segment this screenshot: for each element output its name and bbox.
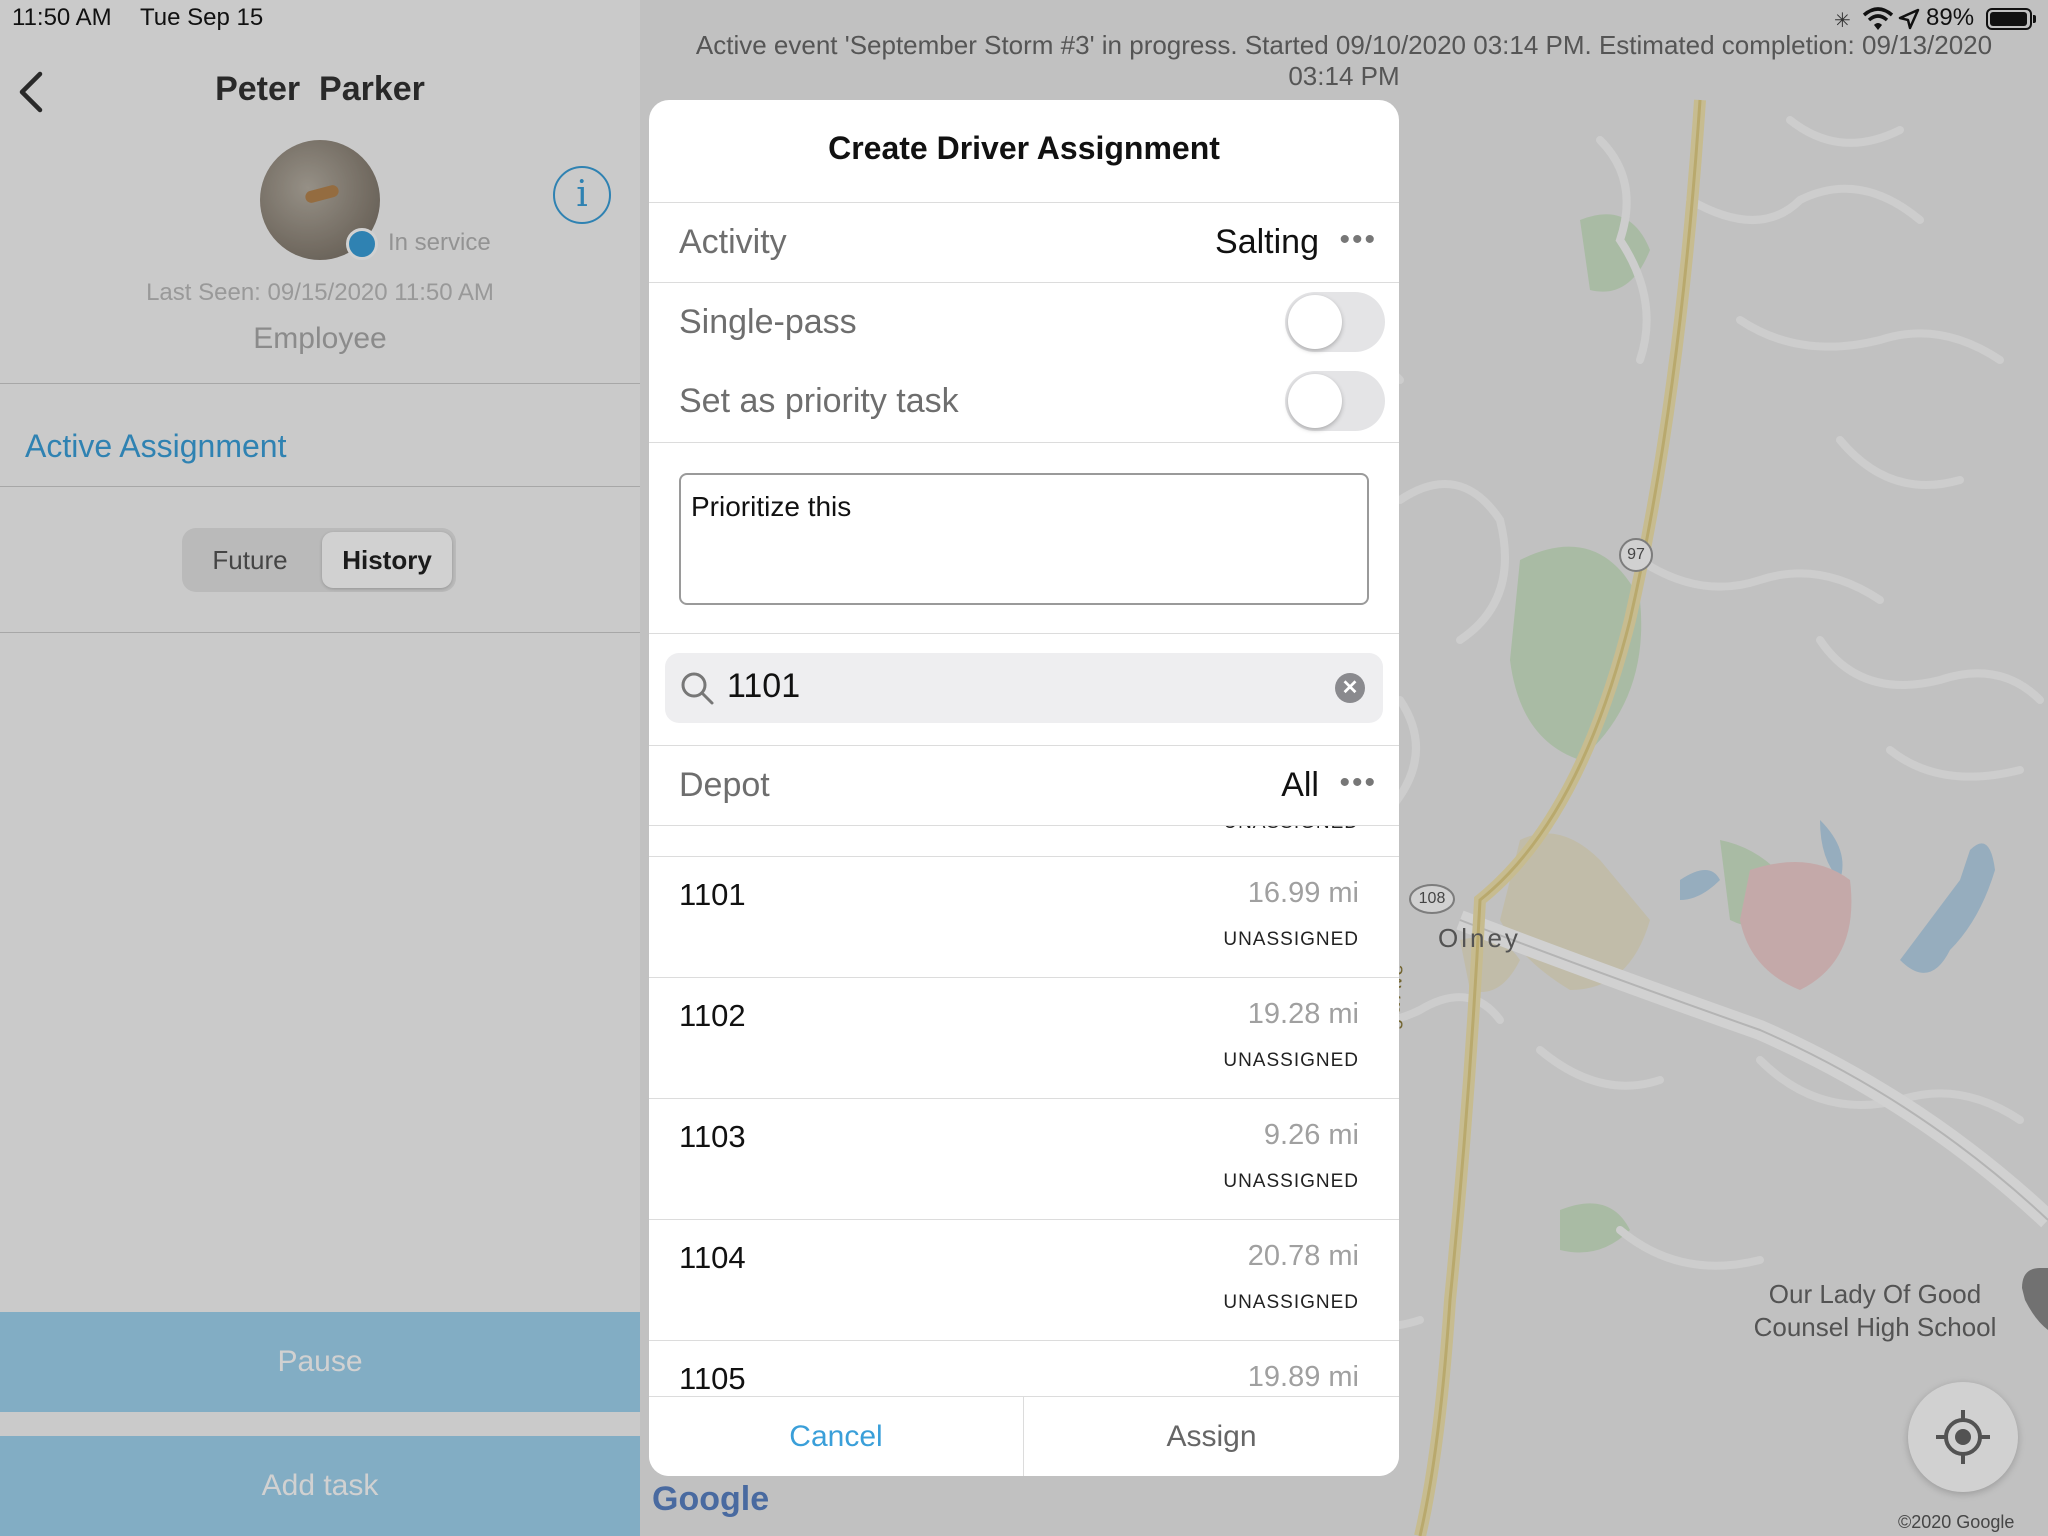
last-seen: Last Seen: 09/15/2020 11:50 AM (146, 279, 494, 306)
depot-label: Depot (679, 766, 770, 804)
status-time: 11:50 AM (12, 4, 112, 31)
driver-name: Peter Parker (215, 70, 425, 108)
vehicle-list: UNASSIGNED 1101 16.99 mi UNASSIGNED 1102… (649, 825, 1399, 1398)
tab-future[interactable]: Future (182, 528, 318, 592)
vehicle-status: UNASSIGNED (1223, 1292, 1359, 1313)
map-copyright: ©2020 Google (1898, 1512, 2015, 1532)
route-97-label: 97 (1627, 546, 1645, 563)
depot-value: All (1281, 766, 1319, 804)
cancel-button[interactable]: Cancel (649, 1397, 1023, 1476)
vehicle-distance: 9.26 mi (1263, 1119, 1359, 1151)
route-108-label: 108 (1418, 890, 1446, 907)
olney-label: Olney (1438, 923, 1521, 953)
segmented-control: Future History (182, 528, 456, 592)
status-date: Tue Sep 15 (140, 4, 264, 31)
vehicle-search-field[interactable]: 1101 ✕ (665, 653, 1383, 723)
priority-row: Set as priority task (649, 362, 1399, 442)
assign-button[interactable]: Assign (1024, 1397, 1399, 1476)
note-text: Prioritize this (691, 491, 852, 522)
vehicle-name: 1105 (679, 1361, 746, 1396)
status-dot (346, 228, 378, 260)
divider (0, 486, 640, 487)
locate-icon (1936, 1410, 1990, 1464)
wifi-icon (1862, 7, 1894, 30)
divider (0, 383, 640, 384)
battery-icon (1986, 8, 2036, 30)
vehicle-status: UNASSIGNED (1223, 929, 1359, 950)
divider (649, 442, 1399, 443)
vehicle-row[interactable]: 1103 9.26 mi UNASSIGNED (649, 1098, 1399, 1220)
locate-me-button[interactable] (1908, 1382, 2018, 1492)
vehicle-distance: 19.89 mi (1247, 1361, 1359, 1393)
vehicle-row[interactable]: 1105 19.89 mi (649, 1340, 1399, 1398)
vehicle-name: 1102 (679, 998, 746, 1033)
location-arrow-icon (1898, 8, 1920, 30)
vehicle-row[interactable]: 1101 16.99 mi UNASSIGNED (649, 856, 1399, 978)
google-logo: Google (652, 1480, 770, 1518)
search-input-value: 1101 (727, 667, 801, 705)
search-icon (681, 672, 714, 705)
create-driver-assignment-dialog: Create Driver Assignment Activity Saltin… (649, 100, 1399, 1476)
priority-label: Set as priority task (679, 382, 959, 420)
divider (649, 633, 1399, 634)
single-pass-row: Single-pass (649, 282, 1399, 363)
depot-more-icon[interactable]: ••• (1339, 766, 1377, 800)
activity-label: Activity (679, 223, 787, 261)
vehicle-name: 1104 (679, 1240, 746, 1275)
activity-value: Salting (1215, 223, 1319, 261)
battery-percent: 89% (1926, 4, 1975, 31)
activity-more-icon[interactable]: ••• (1339, 223, 1377, 257)
vehicle-distance: 20.78 mi (1247, 1240, 1359, 1272)
single-pass-label: Single-pass (679, 303, 857, 341)
clear-search-icon[interactable]: ✕ (1335, 673, 1365, 703)
role-label: Employee (253, 322, 387, 355)
vehicle-distance: 16.99 mi (1247, 877, 1359, 909)
activity-row[interactable]: Activity Salting ••• (649, 202, 1399, 283)
add-task-button[interactable]: Add task (0, 1436, 640, 1536)
vehicle-name: 1103 (679, 1119, 746, 1154)
note-textarea[interactable]: Prioritize this (679, 473, 1369, 605)
status-bar: 11:50 AM Tue Sep 15 ✳ 89% (0, 0, 2048, 40)
vehicle-row[interactable]: 1102 19.28 mi UNASSIGNED (649, 977, 1399, 1099)
partial-status: UNASSIGNED (1223, 826, 1359, 834)
depot-row[interactable]: Depot All ••• (649, 745, 1399, 826)
vehicle-status: UNASSIGNED (1223, 1050, 1359, 1071)
single-pass-toggle[interactable] (1285, 292, 1385, 352)
driver-detail-panel: Peter Parker In service i Last Seen: 09/… (0, 0, 640, 1536)
dialog-footer: Cancel Assign (649, 1396, 1399, 1476)
vehicle-row[interactable]: 1104 20.78 mi UNASSIGNED (649, 1219, 1399, 1341)
pause-button[interactable]: Pause (0, 1312, 640, 1412)
active-assignment-link[interactable]: Active Assignment (25, 428, 286, 465)
vehicle-status: UNASSIGNED (1223, 1171, 1359, 1192)
activity-spinner-icon: ✳ (1834, 10, 1851, 32)
vehicle-distance: 19.28 mi (1247, 998, 1359, 1030)
status-label: In service (388, 229, 491, 256)
divider (0, 632, 640, 633)
info-icon[interactable]: i (553, 166, 611, 224)
priority-toggle[interactable] (1285, 371, 1385, 431)
dialog-title: Create Driver Assignment (828, 130, 1220, 166)
tab-history[interactable]: History (322, 532, 452, 588)
school-label: Our Lady Of Good Counsel High School (1753, 1279, 1997, 1342)
vehicle-name: 1101 (679, 877, 746, 912)
